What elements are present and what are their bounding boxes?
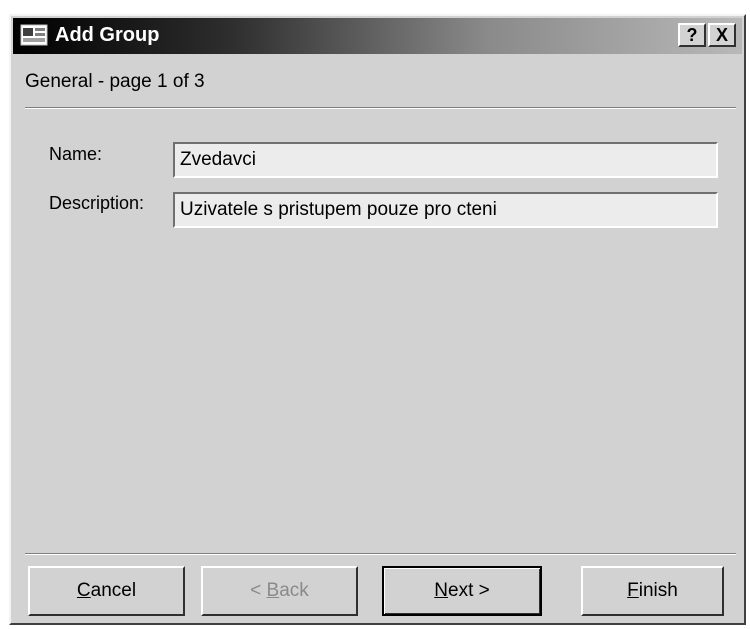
help-button[interactable]: ? [678, 23, 706, 47]
name-field[interactable] [173, 142, 718, 178]
next-button[interactable]: Next > [382, 566, 542, 616]
close-button[interactable]: X [708, 23, 736, 47]
back-label: ack [279, 580, 309, 601]
window-title: Add Group [55, 24, 160, 46]
close-icon: X [715, 24, 728, 45]
finish-mnemonic: F [627, 580, 639, 601]
finish-label: inish [638, 580, 678, 601]
window-app-icon [20, 24, 48, 46]
title-bar[interactable]: Add Group ? X [13, 18, 742, 54]
back-mnemonic: B [266, 580, 280, 601]
description-label: Description: [49, 193, 145, 213]
finish-button[interactable]: Finish [581, 566, 724, 616]
back-prefix: < [250, 580, 267, 601]
back-button[interactable]: < Back [201, 566, 358, 616]
header-divider [25, 107, 736, 109]
description-field[interactable] [173, 192, 718, 228]
next-mnemonic: N [434, 580, 448, 601]
name-label: Name: [49, 144, 103, 164]
cancel-label: ancel [90, 580, 137, 601]
footer-divider [25, 553, 736, 555]
cancel-mnemonic: C [76, 580, 91, 601]
help-icon: ? [686, 24, 698, 45]
cancel-button[interactable]: Cancel [28, 566, 185, 616]
next-label: ext > [448, 580, 490, 601]
add-group-dialog: Add Group ? X General - page 1 of 3 Name… [9, 14, 746, 625]
page-heading: General - page 1 of 3 [25, 71, 205, 92]
